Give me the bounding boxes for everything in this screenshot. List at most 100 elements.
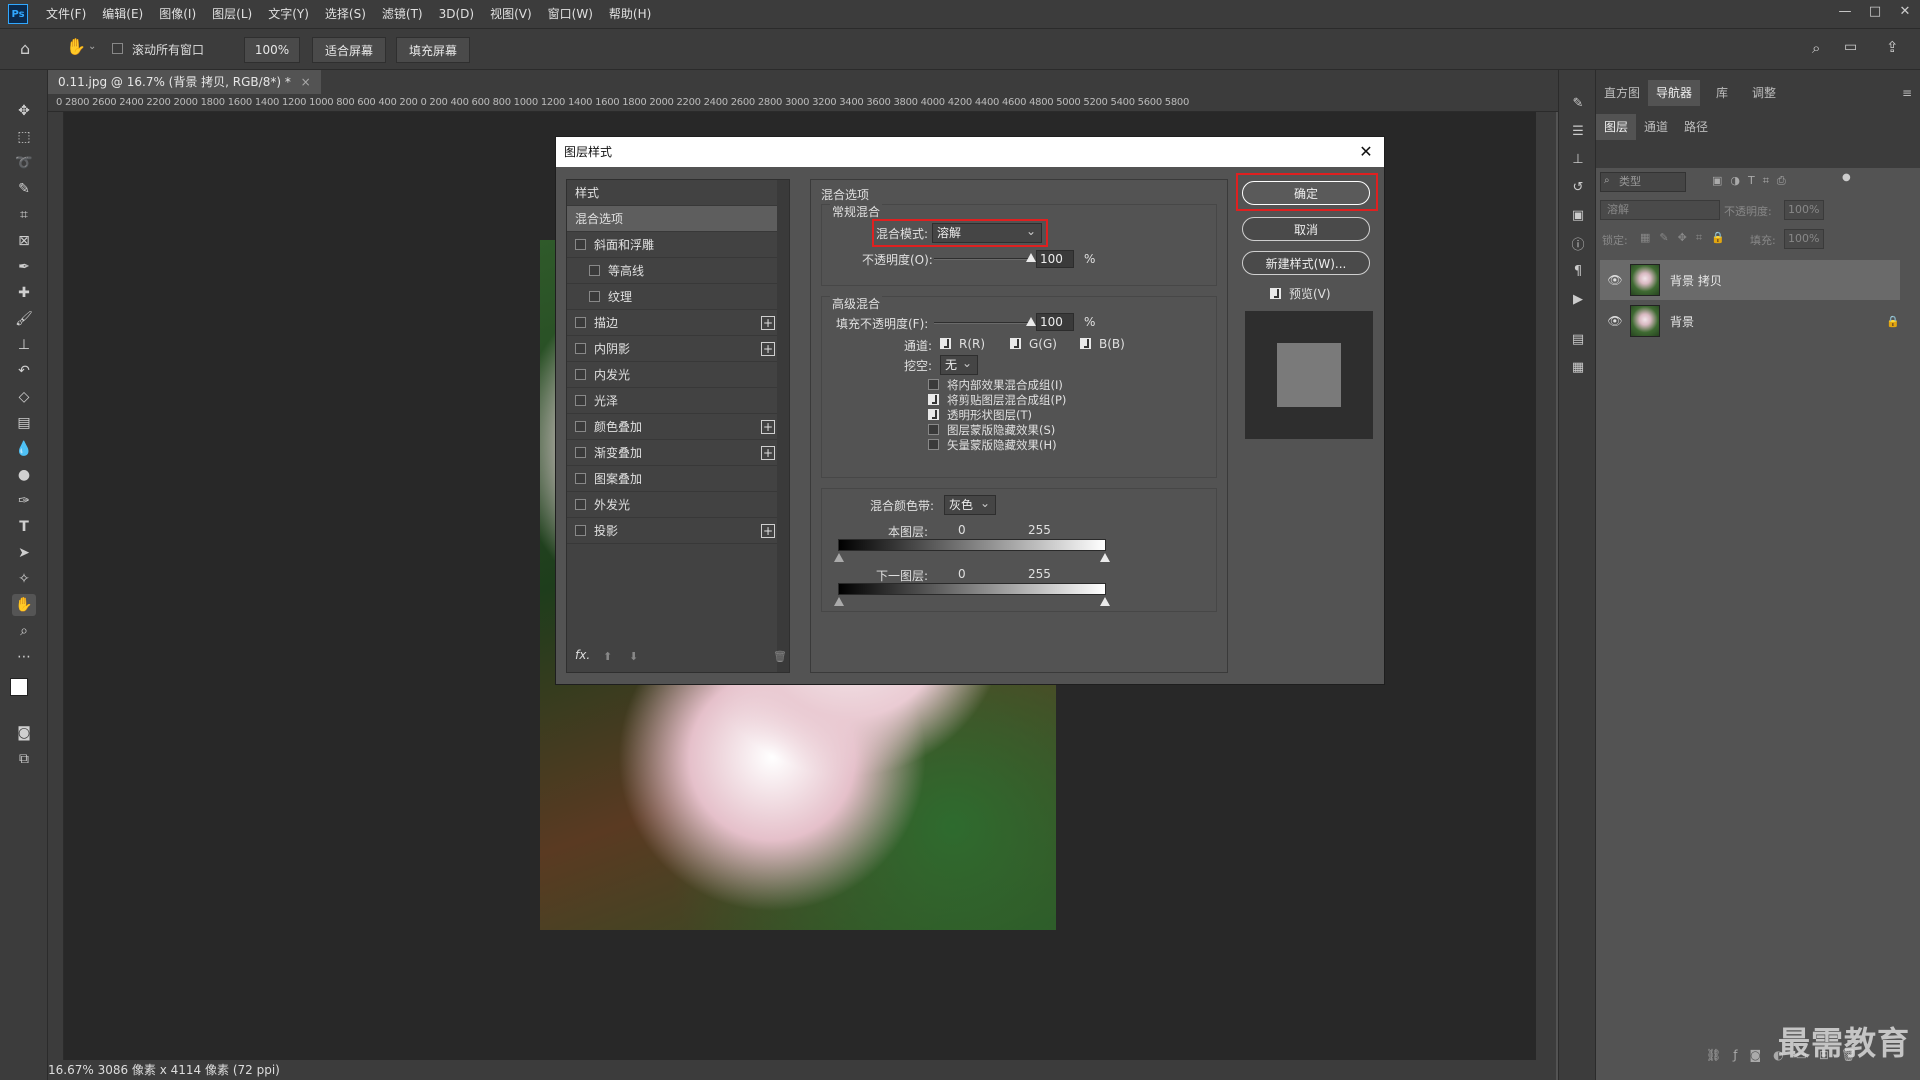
fill-opacity-field[interactable]: 100 (1036, 313, 1074, 331)
close-icon[interactable]: ✕ (1356, 141, 1376, 161)
underlying-layer-gradient[interactable] (838, 583, 1106, 595)
style-checkbox[interactable] (575, 499, 586, 510)
style-item[interactable]: 描边 + (567, 310, 779, 336)
quick-mask-icon[interactable]: ◙ (12, 722, 36, 744)
layer-row-background[interactable]: 👁 背景 🔒 (1600, 301, 1900, 341)
eye-icon[interactable]: 👁 (1606, 273, 1624, 287)
shape-tool-icon[interactable]: ✧ (12, 568, 36, 590)
eyedropper-tool-icon[interactable]: ✒ (12, 256, 36, 278)
channel-b-checkbox[interactable]: B(B) (1080, 337, 1125, 351)
style-checkbox[interactable] (575, 395, 586, 406)
adjust-sliders-icon[interactable]: ☰ (1568, 122, 1588, 140)
underlying-layer-black-thumb[interactable] (834, 597, 844, 606)
style-item[interactable]: 等高线 (567, 258, 779, 284)
screen-mode-icon[interactable]: ⧉ (12, 748, 36, 770)
share-icon[interactable]: ⇪ (1886, 38, 1899, 56)
move-down-icon[interactable]: ⬇ (629, 650, 638, 663)
scroll-all-checkbox[interactable] (112, 42, 131, 56)
tab-navigator[interactable]: 导航器 (1648, 80, 1701, 106)
blur-tool-icon[interactable]: 💧 (12, 438, 36, 460)
layer-filter-select[interactable]: 类型 (1600, 172, 1686, 192)
style-checkbox[interactable] (575, 421, 586, 432)
style-checkbox[interactable] (575, 525, 586, 536)
dodge-tool-icon[interactable]: ● (12, 464, 36, 486)
more-tools-icon[interactable]: ⋯ (12, 646, 36, 668)
advanced-option-checkbox[interactable]: 将内部效果混合成组(I) (928, 377, 1063, 393)
character-icon[interactable]: ¶ (1568, 262, 1588, 280)
menu-view[interactable]: 视图(V) (482, 0, 540, 28)
move-up-icon[interactable]: ⬆ (603, 650, 612, 663)
style-checkbox[interactable] (575, 239, 586, 250)
this-layer-black-thumb[interactable] (834, 553, 844, 562)
style-item[interactable]: 投影 + (567, 518, 779, 544)
pen-tool-icon[interactable]: ✑ (12, 490, 36, 512)
style-item[interactable]: 内阴影 + (567, 336, 779, 362)
fill-screen-button[interactable]: 填充屏幕 (396, 37, 470, 63)
clone-source-icon[interactable]: ⊥ (1568, 150, 1588, 168)
panel-menu-icon[interactable]: ≡ (1902, 86, 1912, 100)
quick-select-tool-icon[interactable]: ✎ (12, 178, 36, 200)
workspace-icon[interactable]: ▭ (1844, 39, 1857, 55)
fill-opacity-slider[interactable] (934, 322, 1030, 324)
style-item[interactable]: 图案叠加 (567, 466, 779, 492)
style-item[interactable]: 外发光 (567, 492, 779, 518)
layer-comps-icon[interactable]: ▤ (1568, 330, 1588, 348)
menu-file[interactable]: 文件(F) (38, 0, 94, 28)
add-style-icon[interactable]: + (761, 316, 775, 330)
menu-window[interactable]: 窗口(W) (540, 0, 601, 28)
fit-screen-button[interactable]: 适合屏幕 (312, 37, 386, 63)
brush-settings-icon[interactable]: ✎ (1568, 94, 1588, 112)
this-layer-white-thumb[interactable] (1100, 553, 1110, 562)
style-item[interactable]: 纹理 (567, 284, 779, 310)
opacity-field[interactable]: 100 (1036, 250, 1074, 268)
opacity-slider-thumb[interactable] (1026, 253, 1036, 262)
home-icon[interactable]: ⌂ (20, 39, 30, 58)
marquee-tool-icon[interactable]: ⬚ (12, 126, 36, 148)
hand-tool-icon[interactable]: ✋ (12, 594, 36, 616)
close-tab-icon[interactable]: × (301, 75, 311, 89)
layer-fill-field[interactable]: 100% (1784, 229, 1824, 249)
notes-icon[interactable]: ▦ (1568, 358, 1588, 376)
info-icon[interactable]: ⓘ (1568, 234, 1588, 253)
vertical-scrollbar[interactable] (1536, 112, 1556, 1060)
knockout-select[interactable]: 无 (940, 354, 978, 375)
eraser-tool-icon[interactable]: ◇ (12, 386, 36, 408)
style-item[interactable]: 渐变叠加 + (567, 440, 779, 466)
path-select-tool-icon[interactable]: ➤ (12, 542, 36, 564)
lock-icons[interactable]: ▦✎✥⌗🔒 (1640, 231, 1734, 245)
properties-icon[interactable]: ▣ (1568, 206, 1588, 224)
move-tool-icon[interactable]: ✥ (12, 100, 36, 122)
advanced-option-checkbox[interactable]: 将剪贴图层混合成组(P) (928, 392, 1066, 408)
channel-r-checkbox[interactable]: R(R) (940, 337, 985, 351)
tab-adjustments[interactable]: 调整 (1744, 80, 1784, 106)
menu-help[interactable]: 帮助(H) (601, 0, 659, 28)
layer-blend-mode-select[interactable]: 溶解 (1600, 200, 1720, 220)
foreground-color-swatch[interactable] (10, 678, 28, 696)
advanced-option-checkbox[interactable]: 透明形状图层(T) (928, 407, 1032, 423)
style-checkbox[interactable] (575, 369, 586, 380)
style-item[interactable]: 颜色叠加 + (567, 414, 779, 440)
actions-play-icon[interactable]: ▶ (1568, 290, 1588, 308)
menu-layer[interactable]: 图层(L) (204, 0, 260, 28)
menu-select[interactable]: 选择(S) (317, 0, 374, 28)
style-checkbox[interactable] (589, 265, 600, 276)
document-tab[interactable]: 0.11.jpg @ 16.7% (背景 拷贝, RGB/8*) * × (48, 70, 321, 94)
filter-toggle-icon[interactable]: ● (1842, 172, 1851, 183)
fill-opacity-slider-thumb[interactable] (1026, 317, 1036, 326)
search-icon[interactable]: ⌕ (1812, 39, 1820, 57)
trash-icon[interactable]: 🗑 (773, 650, 787, 663)
channel-g-checkbox[interactable]: G(G) (1010, 337, 1057, 351)
menu-edit[interactable]: 编辑(E) (94, 0, 151, 28)
brush-tool-icon[interactable]: 🖌 (12, 308, 36, 330)
style-item[interactable]: 混合选项 (567, 206, 779, 232)
minimize-icon[interactable]: — (1830, 0, 1860, 22)
this-layer-gradient[interactable] (838, 539, 1106, 551)
add-style-icon[interactable]: + (761, 524, 775, 538)
underlying-layer-white-thumb[interactable] (1100, 597, 1110, 606)
filter-type-icons[interactable]: ▣◑T⌗⎙ (1712, 174, 1794, 188)
style-checkbox[interactable] (575, 343, 586, 354)
stamp-tool-icon[interactable]: ⊥ (12, 334, 36, 356)
maximize-icon[interactable]: □ (1860, 0, 1890, 22)
opacity-slider[interactable] (934, 258, 1030, 260)
blend-if-select[interactable]: 灰色 (944, 494, 996, 515)
